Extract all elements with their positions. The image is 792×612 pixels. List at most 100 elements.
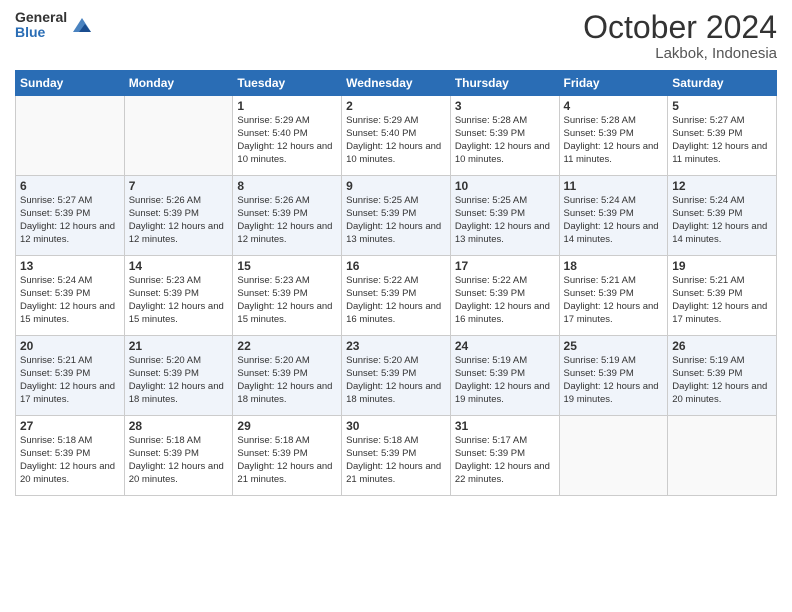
day-number: 20 [20,339,120,353]
calendar-cell: 28 Sunrise: 5:18 AMSunset: 5:39 PMDayligh… [124,416,233,496]
calendar-cell: 8Sunrise: 5:26 AMSunset: 5:39 PMDaylight… [233,176,342,256]
day-detail: Sunrise: 5:19 AMSunset: 5:39 PMDaylight:… [672,355,772,406]
calendar-cell: 24Sunrise: 5:19 AMSunset: 5:39 PMDayligh… [450,336,559,416]
day-number: 16 [346,259,446,273]
day-detail: Sunrise: 5:21 AMSunset: 5:39 PMDaylight:… [20,355,120,406]
month-title: October 2024 [583,10,777,45]
day-number: 11 [564,179,664,193]
calendar-week-row: 13 Sunrise: 5:24 AMSunset: 5:39 PMDayligh… [16,256,777,336]
day-number: 28 [129,419,229,433]
day-number: 10 [455,179,555,193]
calendar-cell: 19 Sunrise: 5:21 AMSunset: 5:39 PMDayligh… [668,256,777,336]
calendar-week-row: 1 Sunrise: 5:29 AMSunset: 5:40 PMDaylight… [16,96,777,176]
day-detail: Sunrise: 5:18 AMSunset: 5:39 PMDaylight:… [237,435,337,486]
day-detail: Sunrise: 5:18 AMSunset: 5:39 PMDaylight:… [20,435,120,486]
day-number: 14 [129,259,229,273]
location: Lakbok, Indonesia [583,45,777,62]
calendar-cell: 10Sunrise: 5:25 AMSunset: 5:39 PMDayligh… [450,176,559,256]
calendar-header-row: SundayMondayTuesdayWednesdayThursdayFrid… [16,71,777,96]
calendar-cell [16,96,125,176]
day-detail: Sunrise: 5:29 AMSunset: 5:40 PMDaylight:… [237,115,337,166]
calendar-cell: 21Sunrise: 5:20 AMSunset: 5:39 PMDayligh… [124,336,233,416]
day-header-friday: Friday [559,71,668,96]
day-number: 1 [237,99,337,113]
calendar-cell: 20 Sunrise: 5:21 AMSunset: 5:39 PMDayligh… [16,336,125,416]
calendar-cell: 13 Sunrise: 5:24 AMSunset: 5:39 PMDayligh… [16,256,125,336]
day-number: 27 [20,419,120,433]
day-detail: Sunrise: 5:27 AMSunset: 5:39 PMDaylight:… [20,195,120,246]
logo-blue: Blue [15,25,67,40]
header: General Blue October 2024 Lakbok, Indone… [15,10,777,62]
calendar-cell: 4 Sunrise: 5:28 AMSunset: 5:39 PMDaylight… [559,96,668,176]
calendar-cell: 12Sunrise: 5:24 AMSunset: 5:39 PMDayligh… [668,176,777,256]
day-number: 24 [455,339,555,353]
day-number: 13 [20,259,120,273]
day-detail: Sunrise: 5:24 AMSunset: 5:39 PMDaylight:… [20,275,120,326]
day-number: 31 [455,419,555,433]
day-number: 9 [346,179,446,193]
calendar-cell: 30 Sunrise: 5:18 AMSunset: 5:39 PMDayligh… [342,416,451,496]
calendar-cell: 23Sunrise: 5:20 AMSunset: 5:39 PMDayligh… [342,336,451,416]
day-number: 19 [672,259,772,273]
day-detail: Sunrise: 5:27 AMSunset: 5:39 PMDaylight:… [672,115,772,166]
day-header-tuesday: Tuesday [233,71,342,96]
logo-text: General Blue [15,10,67,41]
day-detail: Sunrise: 5:21 AMSunset: 5:39 PMDaylight:… [564,275,664,326]
calendar-cell: 9Sunrise: 5:25 AMSunset: 5:39 PMDaylight… [342,176,451,256]
day-detail: Sunrise: 5:18 AMSunset: 5:39 PMDaylight:… [129,435,229,486]
day-detail: Sunrise: 5:23 AMSunset: 5:39 PMDaylight:… [129,275,229,326]
day-header-thursday: Thursday [450,71,559,96]
day-detail: Sunrise: 5:29 AMSunset: 5:40 PMDaylight:… [346,115,446,166]
day-detail: Sunrise: 5:21 AMSunset: 5:39 PMDaylight:… [672,275,772,326]
day-detail: Sunrise: 5:17 AMSunset: 5:39 PMDaylight:… [455,435,555,486]
day-number: 3 [455,99,555,113]
day-detail: Sunrise: 5:28 AMSunset: 5:39 PMDaylight:… [564,115,664,166]
calendar-cell: 3Sunrise: 5:28 AMSunset: 5:39 PMDaylight… [450,96,559,176]
calendar-cell: 14 Sunrise: 5:23 AMSunset: 5:39 PMDayligh… [124,256,233,336]
calendar-cell [124,96,233,176]
day-detail: Sunrise: 5:24 AMSunset: 5:39 PMDaylight:… [564,195,664,246]
day-number: 26 [672,339,772,353]
day-number: 2 [346,99,446,113]
calendar-cell: 11 Sunrise: 5:24 AMSunset: 5:39 PMDayligh… [559,176,668,256]
calendar-cell: 22 Sunrise: 5:20 AMSunset: 5:39 PMDayligh… [233,336,342,416]
day-detail: Sunrise: 5:20 AMSunset: 5:39 PMDaylight:… [237,355,337,406]
day-number: 30 [346,419,446,433]
calendar-cell [559,416,668,496]
calendar-cell: 16 Sunrise: 5:22 AMSunset: 5:39 PMDayligh… [342,256,451,336]
day-detail: Sunrise: 5:22 AMSunset: 5:39 PMDaylight:… [346,275,446,326]
calendar-cell: 27 Sunrise: 5:18 AMSunset: 5:39 PMDayligh… [16,416,125,496]
calendar-cell: 29 Sunrise: 5:18 AMSunset: 5:39 PMDayligh… [233,416,342,496]
title-area: October 2024 Lakbok, Indonesia [583,10,777,62]
day-number: 22 [237,339,337,353]
calendar-cell: 2 Sunrise: 5:29 AMSunset: 5:40 PMDaylight… [342,96,451,176]
day-number: 12 [672,179,772,193]
day-detail: Sunrise: 5:26 AMSunset: 5:39 PMDaylight:… [237,195,337,246]
calendar: SundayMondayTuesdayWednesdayThursdayFrid… [15,70,777,496]
day-header-monday: Monday [124,71,233,96]
day-number: 4 [564,99,664,113]
calendar-week-row: 27 Sunrise: 5:18 AMSunset: 5:39 PMDayligh… [16,416,777,496]
calendar-cell: 1 Sunrise: 5:29 AMSunset: 5:40 PMDaylight… [233,96,342,176]
logo: General Blue [15,10,93,41]
day-detail: Sunrise: 5:23 AMSunset: 5:39 PMDaylight:… [237,275,337,326]
logo-general: General [15,10,67,25]
day-number: 29 [237,419,337,433]
calendar-cell: 18 Sunrise: 5:21 AMSunset: 5:39 PMDayligh… [559,256,668,336]
calendar-cell [668,416,777,496]
calendar-cell: 6Sunrise: 5:27 AMSunset: 5:39 PMDaylight… [16,176,125,256]
calendar-cell: 5 Sunrise: 5:27 AMSunset: 5:39 PMDaylight… [668,96,777,176]
day-number: 17 [455,259,555,273]
day-number: 5 [672,99,772,113]
day-detail: Sunrise: 5:18 AMSunset: 5:39 PMDaylight:… [346,435,446,486]
day-detail: Sunrise: 5:22 AMSunset: 5:39 PMDaylight:… [455,275,555,326]
calendar-cell: 15Sunrise: 5:23 AMSunset: 5:39 PMDayligh… [233,256,342,336]
day-detail: Sunrise: 5:20 AMSunset: 5:39 PMDaylight:… [346,355,446,406]
calendar-week-row: 6Sunrise: 5:27 AMSunset: 5:39 PMDaylight… [16,176,777,256]
calendar-cell: 31 Sunrise: 5:17 AMSunset: 5:39 PMDayligh… [450,416,559,496]
page: General Blue October 2024 Lakbok, Indone… [0,0,792,612]
day-number: 18 [564,259,664,273]
logo-icon [71,14,93,36]
day-header-sunday: Sunday [16,71,125,96]
calendar-week-row: 20 Sunrise: 5:21 AMSunset: 5:39 PMDayligh… [16,336,777,416]
